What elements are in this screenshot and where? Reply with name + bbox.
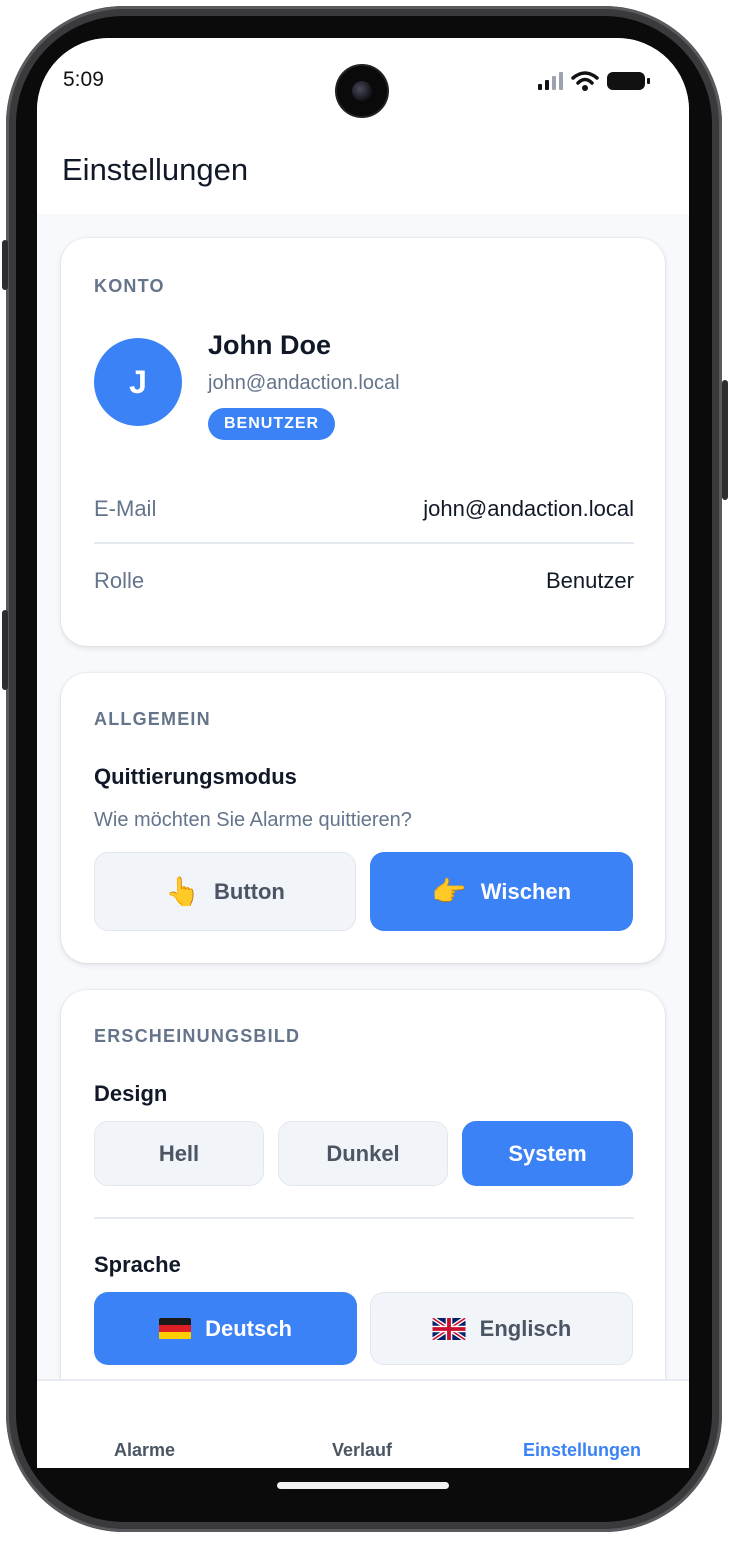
- uk-flag-icon: [431, 1317, 466, 1340]
- status-time: 5:09: [63, 68, 104, 91]
- ack-mode-title: Quittierungsmodus: [94, 764, 297, 789]
- settings-scroll-area[interactable]: KONTO J John Doe john@andaction.local BE…: [37, 214, 689, 1379]
- language-option-english-label: Englisch: [479, 1315, 572, 1341]
- ack-mode-hint: Wie möchten Sie Alarme quittieren?: [94, 809, 412, 831]
- battery-icon: [607, 72, 650, 90]
- ack-mode-button-label: Button: [214, 878, 285, 904]
- volume-up-button: [2, 240, 8, 290]
- germany-flag-icon: [159, 1317, 192, 1340]
- volume-down-button: [2, 610, 8, 690]
- language-option-german-label: Deutsch: [205, 1315, 292, 1341]
- power-button: [722, 380, 728, 500]
- front-camera: [337, 66, 387, 116]
- status-icons: [538, 70, 650, 92]
- avatar: J: [94, 338, 182, 426]
- design-option-dark-label: Dunkel: [326, 1140, 400, 1166]
- design-option-light-label: Hell: [158, 1140, 200, 1166]
- ack-mode-button-option[interactable]: 👆 Button: [94, 852, 356, 931]
- design-option-system-label: System: [508, 1140, 587, 1166]
- home-indicator[interactable]: [277, 1482, 449, 1489]
- pointing-right-icon: 👉: [431, 875, 467, 907]
- divider: [94, 542, 634, 544]
- nav-item-alarms[interactable]: Alarme: [114, 1440, 175, 1461]
- account-card: KONTO J John Doe john@andaction.local BE…: [61, 238, 665, 646]
- design-option-light[interactable]: Hell: [94, 1121, 264, 1186]
- role-row-value: Benutzer: [545, 568, 634, 593]
- ack-mode-swipe-label: Wischen: [480, 878, 572, 904]
- section-label-account: KONTO: [94, 276, 165, 296]
- language-title: Sprache: [94, 1252, 181, 1277]
- role-row-label: Rolle: [94, 568, 145, 593]
- screen: 5:09 Einstellungen KONTO J John Doe john…: [37, 38, 689, 1468]
- page-title: Einstellungen: [62, 152, 249, 187]
- user-name: John Doe: [208, 330, 332, 360]
- wifi-icon: [571, 71, 599, 91]
- divider: [94, 1217, 634, 1219]
- design-option-system[interactable]: System: [462, 1121, 633, 1186]
- section-label-appearance: ERSCHEINUNGSBILD: [94, 1026, 301, 1046]
- section-label-general: ALLGEMEIN: [94, 709, 211, 729]
- nav-item-history[interactable]: Verlauf: [332, 1440, 392, 1461]
- design-title: Design: [94, 1081, 168, 1106]
- email-row-label: E-Mail: [94, 496, 157, 521]
- role-badge: BENUTZER: [208, 408, 336, 440]
- status-bar: 5:09: [37, 38, 689, 130]
- general-card: ALLGEMEIN Quittierungsmodus Wie möchten …: [61, 673, 665, 963]
- design-option-dark[interactable]: Dunkel: [278, 1121, 448, 1186]
- bottom-navigation: Alarme Verlauf Einstellungen: [37, 1379, 689, 1468]
- pointing-up-icon: 👆: [165, 875, 200, 907]
- appearance-card: ERSCHEINUNGSBILD Design Hell Dunkel Syst…: [61, 990, 665, 1379]
- language-option-english[interactable]: Englisch: [370, 1292, 633, 1365]
- email-row-value: john@andaction.local: [423, 496, 634, 521]
- ack-mode-swipe-option[interactable]: 👉 Wischen: [370, 852, 633, 931]
- user-email: john@andaction.local: [208, 372, 400, 394]
- nav-item-settings[interactable]: Einstellungen: [523, 1440, 641, 1461]
- signal-icon: [538, 72, 563, 90]
- language-option-german[interactable]: Deutsch: [94, 1292, 357, 1365]
